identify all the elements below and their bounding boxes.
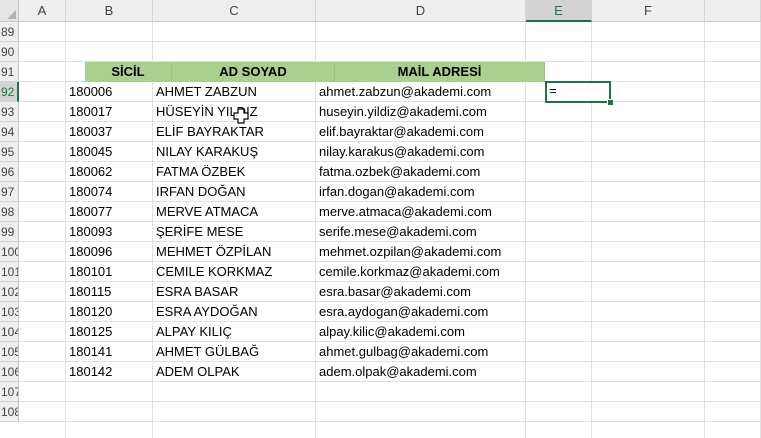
column-header-d[interactable]: D <box>316 0 526 22</box>
mail-cell[interactable]: nilay.karakus@akademi.com <box>316 142 526 162</box>
ad-soyad-cell[interactable]: CEMILE KORKMAZ <box>153 262 316 282</box>
column-headers: ABCDEF <box>19 0 761 22</box>
row-header-106[interactable]: 106 <box>0 362 19 382</box>
cell-select-cross-icon <box>233 108 249 124</box>
row-header-91[interactable]: 91 <box>0 62 19 82</box>
sicil-cell[interactable]: 180062 <box>66 162 153 182</box>
select-all-corner[interactable] <box>0 0 19 22</box>
column-header-a[interactable]: A <box>19 0 66 22</box>
mail-cell[interactable]: huseyin.yildiz@akademi.com <box>316 102 526 122</box>
sicil-cell[interactable]: 180096 <box>66 242 153 262</box>
column-header-f[interactable]: F <box>592 0 705 22</box>
row-header-107[interactable]: 107 <box>0 382 19 402</box>
mail-cell[interactable]: serife.mese@akademi.com <box>316 222 526 242</box>
ad-soyad-cell[interactable]: IRFAN DOĞAN <box>153 182 316 202</box>
row-header-103[interactable]: 103 <box>0 302 19 322</box>
row-header-104[interactable]: 104 <box>0 322 19 342</box>
active-cell-e92[interactable]: = <box>545 81 611 103</box>
sicil-cell[interactable]: 180120 <box>66 302 153 322</box>
sicil-cell[interactable]: 180142 <box>66 362 153 382</box>
mail-cell[interactable]: merve.atmaca@akademi.com <box>316 202 526 222</box>
ad-soyad-cell[interactable]: ADEM OLPAK <box>153 362 316 382</box>
row-header-93[interactable]: 93 <box>0 102 19 122</box>
mail-cell[interactable]: elif.bayraktar@akademi.com <box>316 122 526 142</box>
select-all-icon <box>7 10 16 19</box>
sicil-cell[interactable]: 180101 <box>66 262 153 282</box>
column-header-e[interactable]: E <box>526 0 592 22</box>
sicil-cell[interactable]: 180077 <box>66 202 153 222</box>
ad-soyad-cell[interactable]: ELİF BAYRAKTAR <box>153 122 316 142</box>
header-sicil[interactable]: SİCİL <box>85 62 172 82</box>
row-header-101[interactable]: 101 <box>0 262 19 282</box>
mail-cell[interactable]: alpay.kilic@akademi.com <box>316 322 526 342</box>
ad-soyad-cell[interactable]: ALPAY KILIÇ <box>153 322 316 342</box>
ad-soyad-cell[interactable]: AHMET GÜLBAĞ <box>153 342 316 362</box>
header-mail[interactable]: MAİL ADRESİ <box>335 62 545 82</box>
row-header-105[interactable]: 105 <box>0 342 19 362</box>
mail-cell[interactable]: cemile.korkmaz@akademi.com <box>316 262 526 282</box>
ad-soyad-cell[interactable]: ESRA AYDOĞAN <box>153 302 316 322</box>
gridline-horizontal <box>19 41 761 42</box>
row-header-98[interactable]: 98 <box>0 202 19 222</box>
row-header-92[interactable]: 92 <box>0 82 19 102</box>
column-header-c[interactable]: C <box>153 0 316 22</box>
sicil-cell[interactable]: 180006 <box>66 82 153 102</box>
row-header-99[interactable]: 99 <box>0 222 19 242</box>
ad-soyad-cell[interactable]: ŞERİFE MESE <box>153 222 316 242</box>
mail-cell[interactable]: mehmet.ozpilan@akademi.com <box>316 242 526 262</box>
sicil-cell[interactable]: 180045 <box>66 142 153 162</box>
row-header-100[interactable]: 100 <box>0 242 19 262</box>
spreadsheet: ABCDEF 899091929394959697989910010110210… <box>0 0 761 438</box>
sicil-cell[interactable]: 180037 <box>66 122 153 142</box>
ad-soyad-cell[interactable]: FATMA ÖZBEK <box>153 162 316 182</box>
cell-grid[interactable]: SİCİL AD SOYAD MAİL ADRESİ 180006 AHMET Z… <box>19 22 761 438</box>
mail-cell[interactable]: ahmet.zabzun@akademi.com <box>316 82 526 102</box>
sicil-cell[interactable]: 180141 <box>66 342 153 362</box>
mail-cell[interactable]: esra.basar@akademi.com <box>316 282 526 302</box>
header-ad-soyad[interactable]: AD SOYAD <box>172 62 335 82</box>
row-header-108[interactable]: 108 <box>0 402 19 422</box>
row-header-90[interactable]: 90 <box>0 42 19 62</box>
ad-soyad-cell[interactable]: AHMET ZABZUN <box>153 82 316 102</box>
fill-handle[interactable] <box>607 99 614 106</box>
mail-cell[interactable]: esra.aydogan@akademi.com <box>316 302 526 322</box>
column-header-extra[interactable] <box>705 0 761 22</box>
gridline-vertical <box>704 22 705 438</box>
sicil-cell[interactable]: 180115 <box>66 282 153 302</box>
ad-soyad-cell[interactable]: NILAY KARAKUŞ <box>153 142 316 162</box>
gridline-horizontal <box>19 401 761 402</box>
row-header-102[interactable]: 102 <box>0 282 19 302</box>
sicil-cell[interactable]: 180093 <box>66 222 153 242</box>
mail-cell[interactable]: irfan.dogan@akademi.com <box>316 182 526 202</box>
mail-cell[interactable]: adem.olpak@akademi.com <box>316 362 526 382</box>
ad-soyad-cell[interactable]: MEHMET ÖZPİLAN <box>153 242 316 262</box>
row-header-89[interactable]: 89 <box>0 22 19 42</box>
sicil-cell[interactable]: 180017 <box>66 102 153 122</box>
row-header-95[interactable]: 95 <box>0 142 19 162</box>
column-header-b[interactable]: B <box>66 0 153 22</box>
mail-cell[interactable]: fatma.ozbek@akademi.com <box>316 162 526 182</box>
row-header-97[interactable]: 97 <box>0 182 19 202</box>
sicil-cell[interactable]: 180074 <box>66 182 153 202</box>
mail-cell[interactable]: ahmet.gulbag@akademi.com <box>316 342 526 362</box>
row-header-96[interactable]: 96 <box>0 162 19 182</box>
gridline-horizontal <box>19 421 761 422</box>
active-cell-value: = <box>549 83 557 98</box>
sicil-cell[interactable]: 180125 <box>66 322 153 342</box>
ad-soyad-cell[interactable]: ESRA BASAR <box>153 282 316 302</box>
ad-soyad-cell[interactable]: MERVE ATMACA <box>153 202 316 222</box>
row-header-94[interactable]: 94 <box>0 122 19 142</box>
